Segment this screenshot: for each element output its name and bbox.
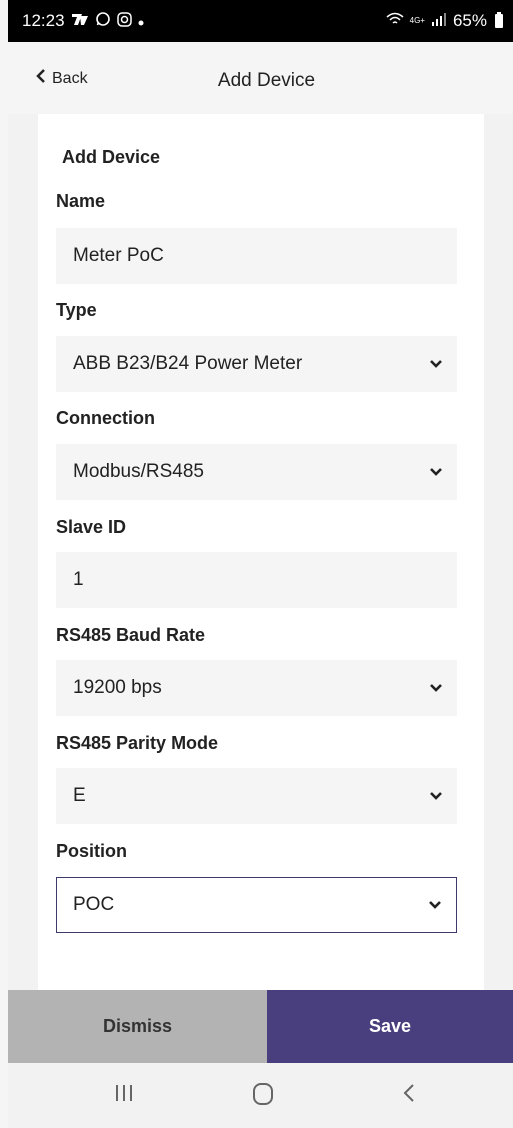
chevron-down-icon bbox=[430, 360, 442, 368]
chevron-down-icon bbox=[430, 792, 442, 800]
position-select[interactable]: POC bbox=[56, 877, 457, 933]
form-title: Add Device bbox=[62, 147, 161, 167]
whatsapp-icon bbox=[95, 11, 111, 31]
battery-icon bbox=[495, 12, 503, 28]
chevron-down-icon bbox=[430, 684, 442, 692]
name-input[interactable]: Meter PoC bbox=[56, 228, 457, 284]
network-type-icon: 4G+ bbox=[409, 16, 425, 25]
page-title: Add Device bbox=[217, 70, 316, 91]
parity-mode-label: RS485 Parity Mode bbox=[56, 733, 219, 753]
baud-rate-select[interactable]: 19200 bps bbox=[56, 660, 457, 716]
system-back-icon[interactable] bbox=[402, 1081, 416, 1110]
app-notification-icon bbox=[71, 12, 89, 30]
home-icon[interactable] bbox=[252, 1081, 274, 1112]
status-time: 12:23 bbox=[22, 11, 65, 30]
position-label: Position bbox=[56, 841, 127, 861]
slave-id-label: Slave ID bbox=[56, 517, 127, 537]
wifi-icon bbox=[386, 11, 404, 31]
chevron-down-icon bbox=[429, 901, 441, 909]
status-bar: 12:23 4G+ 65% bbox=[8, 0, 513, 42]
baud-rate-value: 19200 bps bbox=[73, 677, 162, 698]
name-label: Name bbox=[56, 191, 106, 211]
battery-percent: 65% bbox=[452, 11, 487, 30]
add-device-form: Add Device Name Meter PoC Type ABB B23/B… bbox=[38, 114, 484, 990]
name-value: Meter PoC bbox=[73, 245, 164, 266]
save-button[interactable]: Save bbox=[267, 990, 513, 1063]
screen-edge bbox=[0, 0, 8, 1128]
action-bar: Dismiss Save bbox=[8, 990, 513, 1063]
slave-id-value: 1 bbox=[73, 569, 84, 590]
recents-icon[interactable] bbox=[114, 1081, 134, 1110]
nav-bar: Back Add Device bbox=[8, 42, 513, 114]
connection-select[interactable]: Modbus/RS485 bbox=[56, 444, 457, 500]
status-left: 12:23 bbox=[22, 11, 144, 31]
type-select[interactable]: ABB B23/B24 Power Meter bbox=[56, 336, 457, 392]
status-right: 4G+ 65% bbox=[386, 11, 503, 31]
signal-icon bbox=[431, 11, 447, 31]
parity-mode-value: E bbox=[73, 785, 86, 806]
chevron-down-icon bbox=[430, 468, 442, 476]
slave-id-input[interactable]: 1 bbox=[56, 552, 457, 608]
phone-screen: 12:23 4G+ 65% Back Add Device Add Device… bbox=[8, 0, 513, 1128]
notification-dot-icon bbox=[138, 11, 144, 31]
position-value: POC bbox=[73, 894, 115, 915]
type-label: Type bbox=[56, 300, 97, 320]
connection-value: Modbus/RS485 bbox=[73, 461, 204, 482]
parity-mode-select[interactable]: E bbox=[56, 768, 457, 824]
type-value: ABB B23/B24 Power Meter bbox=[73, 353, 303, 374]
baud-rate-label: RS485 Baud Rate bbox=[56, 625, 206, 645]
system-nav-bar bbox=[8, 1063, 513, 1128]
connection-label: Connection bbox=[56, 408, 155, 428]
instagram-icon bbox=[116, 11, 132, 31]
dismiss-button[interactable]: Dismiss bbox=[8, 990, 267, 1063]
